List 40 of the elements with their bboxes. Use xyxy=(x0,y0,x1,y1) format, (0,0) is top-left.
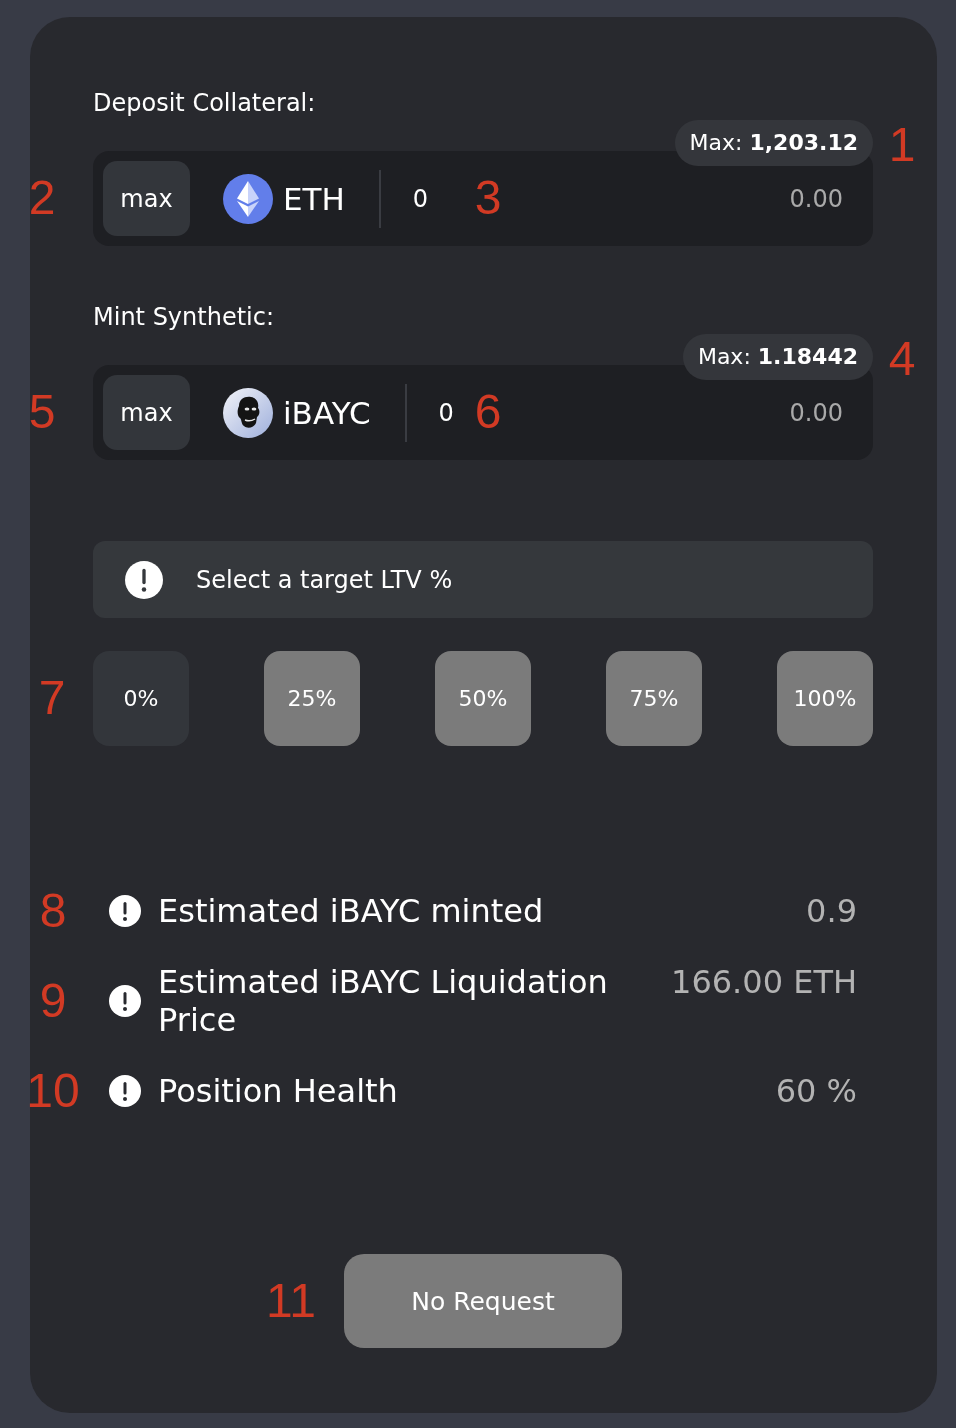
max-button[interactable]: max xyxy=(103,161,190,236)
callout-number: 2 xyxy=(27,174,57,222)
callout-number: 10 xyxy=(25,1067,81,1115)
section-label: Mint Synthetic: xyxy=(93,302,276,332)
callout-number: 7 xyxy=(37,674,67,722)
ltv-option[interactable]: 75% xyxy=(606,651,702,746)
ltv-option[interactable]: 0% xyxy=(93,651,189,746)
callout-number: 9 xyxy=(38,977,68,1025)
banner-message: Select a target LTV % xyxy=(196,565,453,594)
exclamation-icon xyxy=(109,1075,141,1107)
converted-value: 0.00 xyxy=(789,398,843,427)
token-symbol: ETH xyxy=(283,180,345,217)
amount-input[interactable]: 0 xyxy=(438,398,454,427)
callout-number: 3 xyxy=(473,174,503,222)
max-balance-badge: Max: 1.18442 xyxy=(682,334,873,380)
amount-input[interactable]: 0 xyxy=(412,184,429,213)
callout-number: 11 xyxy=(265,1277,317,1325)
stat-value: 166.00 ETH xyxy=(671,963,857,1001)
callout-number: 6 xyxy=(473,388,503,436)
callout-number: 4 xyxy=(887,335,917,383)
callout-number: 8 xyxy=(38,887,68,935)
ltv-option[interactable]: 50% xyxy=(435,651,531,746)
exclamation-icon xyxy=(109,895,141,927)
stat-label: Estimated iBAYC Liquidation Price xyxy=(158,963,609,1039)
converted-value: 0.00 xyxy=(789,184,843,213)
max-balance-badge: Max: 1,203.12 xyxy=(674,120,873,166)
section-label: Deposit Collateral: xyxy=(93,88,317,118)
exclamation-icon xyxy=(109,985,141,1017)
exclamation-icon xyxy=(125,560,163,599)
ltv-option[interactable]: 25% xyxy=(264,651,360,746)
token-symbol: iBAYC xyxy=(283,394,371,431)
callout-number: 5 xyxy=(27,388,57,436)
stat-value: 0.9 xyxy=(806,892,857,930)
stat-label: Position Health xyxy=(158,1072,399,1110)
max-button[interactable]: max xyxy=(103,375,190,450)
stat-label: Estimated iBAYC minted xyxy=(158,892,545,930)
callout-number: 1 xyxy=(887,121,917,169)
ltv-option[interactable]: 100% xyxy=(777,651,873,746)
stat-value: 60 % xyxy=(775,1072,857,1110)
head-silhouette-icon xyxy=(223,387,273,438)
